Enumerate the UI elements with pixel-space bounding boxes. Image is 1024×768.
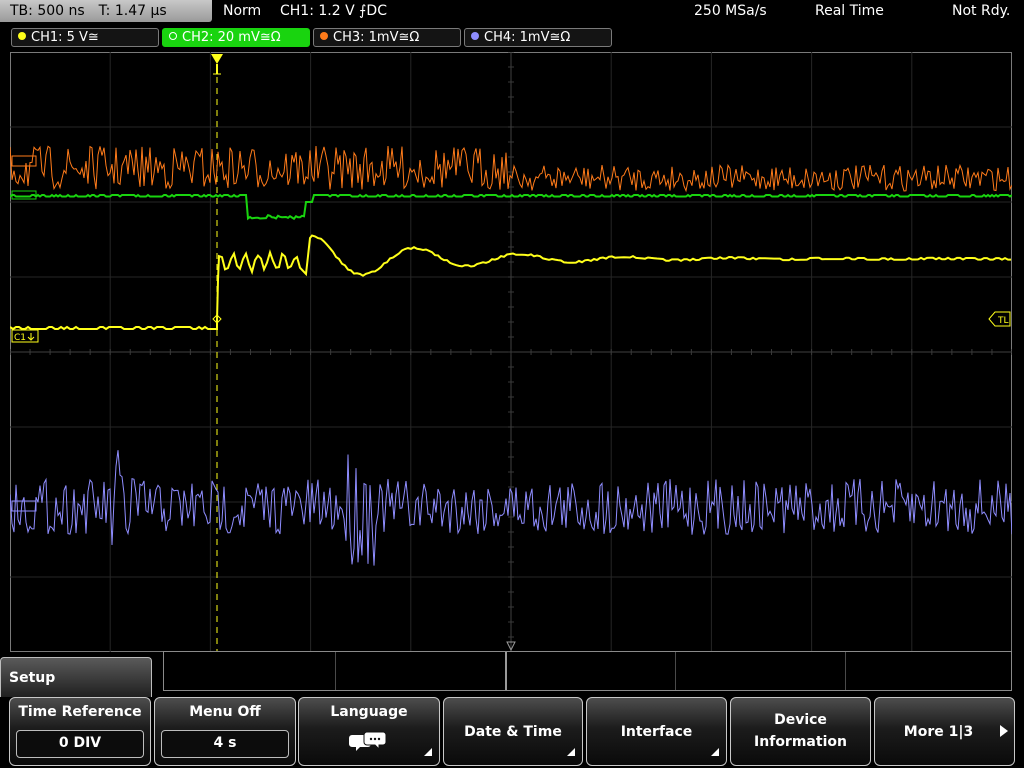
trigger-level-label: TL: [997, 316, 1009, 326]
speech-bubbles-icon: [349, 731, 387, 751]
ch1-ground-label: C1: [14, 333, 26, 343]
language-button[interactable]: Language: [298, 697, 440, 766]
channel-tab-ch4[interactable]: CH4: 1mV≅Ω: [464, 28, 612, 47]
ch1-ground-marker[interactable]: C1: [11, 329, 39, 343]
submenu-indicator-icon: [567, 748, 575, 756]
zoom-divider: [335, 652, 336, 690]
status-bar: TB: 500 ns T: 1.47 µs Norm CH1: 1.2 V ⨍DC…: [0, 0, 1024, 24]
interface-button[interactable]: Interface: [586, 697, 727, 766]
more-label: More 1|3: [903, 724, 974, 740]
more-button[interactable]: More 1|3: [874, 697, 1015, 766]
time-reference-value: 0 DIV: [16, 730, 144, 758]
ready-status: Not Rdy.: [952, 3, 1011, 19]
timebase-box[interactable]: TB: 500 ns T: 1.47 µs: [0, 0, 212, 22]
trigger-time-value: T: 1.47 µs: [98, 3, 167, 19]
ch1-label: CH1: 5 V≅: [31, 30, 99, 45]
channel-tab-ch2[interactable]: CH2: 20 mV≅Ω: [162, 28, 310, 47]
zoom-divider: [675, 652, 676, 690]
device-information-button[interactable]: Device Information: [730, 697, 871, 766]
date-time-button[interactable]: Date & Time: [443, 697, 583, 766]
ch2-color-icon: [169, 32, 177, 40]
device-information-label-1: Device: [774, 712, 827, 728]
trigger-mode[interactable]: Norm: [223, 3, 261, 19]
menu-off-value: 4 s: [161, 730, 289, 758]
ch1-color-icon: [18, 32, 26, 40]
language-label: Language: [330, 704, 408, 720]
zoom-overview-strip[interactable]: [163, 651, 1012, 691]
channel-tab-ch3[interactable]: CH3: 1mV≅Ω: [313, 28, 461, 47]
acquisition-mode[interactable]: Real Time: [815, 3, 884, 19]
setup-title: Setup: [9, 670, 56, 686]
ch2-label: CH2: 20 mV≅Ω: [182, 30, 281, 45]
interface-label: Interface: [620, 724, 693, 740]
menu-off-label: Menu Off: [189, 704, 261, 720]
menu-off-button[interactable]: Menu Off 4 s: [154, 697, 296, 766]
zoom-divider: [845, 652, 846, 690]
setup-menu-header: Setup: [0, 657, 152, 697]
arrow-right-icon: [1000, 725, 1008, 737]
ch4-color-icon: [471, 32, 479, 40]
zoom-center-divider: [505, 652, 507, 690]
device-information-label-2: Information: [754, 734, 847, 750]
channel-tab-ch1[interactable]: CH1: 5 V≅: [11, 28, 159, 47]
timebase-value: TB: 500 ns: [10, 3, 85, 19]
time-reference-button[interactable]: Time Reference 0 DIV: [9, 697, 151, 766]
submenu-indicator-icon: [424, 748, 432, 756]
sample-rate[interactable]: 250 MSa/s: [694, 3, 767, 19]
waveform-display[interactable]: TL C1: [10, 52, 1012, 652]
date-time-label: Date & Time: [464, 724, 562, 740]
submenu-indicator-icon: [711, 748, 719, 756]
time-reference-label: Time Reference: [18, 704, 142, 720]
ch3-color-icon: [320, 32, 328, 40]
ch3-label: CH3: 1mV≅Ω: [333, 30, 420, 45]
ch4-label: CH4: 1mV≅Ω: [484, 30, 571, 45]
trigger-info[interactable]: CH1: 1.2 V ⨍DC: [280, 3, 387, 19]
